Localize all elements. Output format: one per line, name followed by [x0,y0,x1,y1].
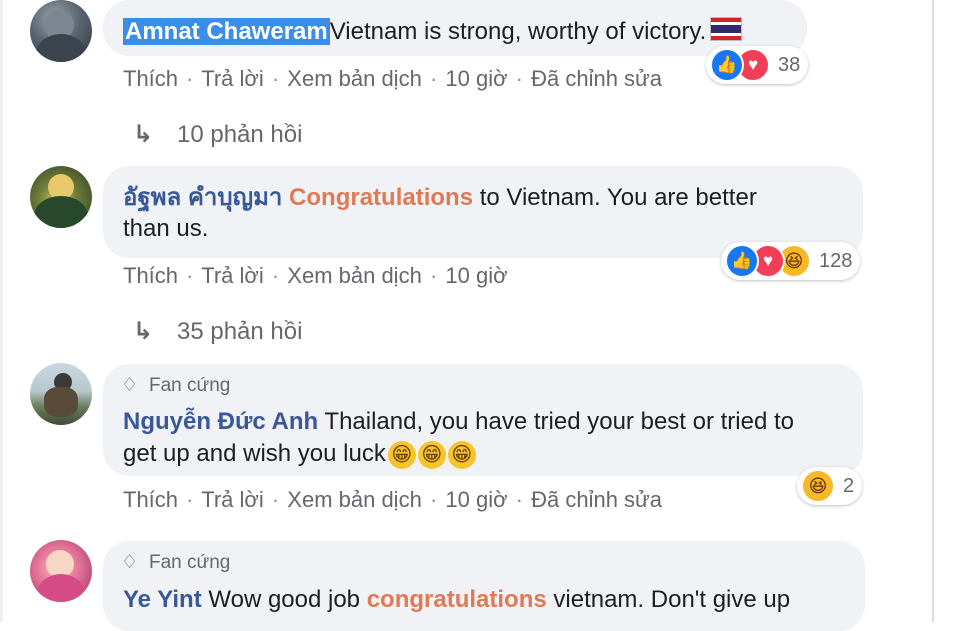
timestamp[interactable]: 10 giờ [445,263,507,288]
page-left-edge [0,0,3,622]
edited-label[interactable]: Đã chỉnh sửa [531,66,662,91]
view-replies-link[interactable]: ↳ 10 phản hồi [133,120,302,149]
comment-actions: Thích · Trả lời · Xem bản dịch · 10 giờ … [123,487,662,513]
translate-link[interactable]: Xem bản dịch [287,487,422,512]
reaction-summary[interactable]: 👍 ♥ 😆 128 [721,242,861,280]
separator: · [186,487,194,512]
comment-text: vietnam. Don't give up [546,586,791,613]
feed-right-border [932,0,934,622]
badge-label: Fan cứng [149,552,231,573]
thailand-flag-icon [710,17,743,41]
separator: · [515,487,523,512]
like-icon: 👍 [710,48,744,82]
separator: · [429,263,438,288]
comment-body-line-1: Ye Yint Wow good job congratulations vie… [123,584,790,616]
avatar[interactable] [30,540,92,602]
grin-emoji-icon: 😁 [447,440,476,469]
avatar[interactable] [30,166,92,228]
comment-text: Thailand, you have tried your best or tr… [318,408,794,435]
comment-body: Amnat ChaweramVietnam is strong, worthy … [123,16,743,48]
comment-author[interactable]: อัฐพล คำบุญมา [123,184,282,211]
separator: · [186,263,194,288]
diamond-icon: ♢ [121,552,139,573]
comment-actions: Thích · Trả lời · Xem bản dịch · 10 giờ … [123,66,662,92]
timestamp[interactable]: 10 giờ [445,66,507,91]
edited-label[interactable]: Đã chỉnh sửa [531,487,662,512]
comment-text: Vietnam is strong, worthy of victory. [329,18,707,45]
like-link[interactable]: Thích [123,487,178,512]
comment-author[interactable]: Ye Yint [123,586,202,613]
reply-link[interactable]: Trả lời [201,263,264,288]
separator: · [429,66,438,91]
timestamp[interactable]: 10 giờ [445,487,507,512]
comment-text: Wow good job [201,586,367,613]
replies-count: 10 phản hồi [177,121,303,148]
comment-text: to Vietnam. You are better [473,184,757,211]
reaction-summary[interactable]: 👍 ♥ 38 [706,46,809,84]
badge-label: Fan cứng [149,375,231,396]
comment-author[interactable]: Amnat Chaweram [123,18,330,45]
avatar[interactable] [30,363,92,425]
reply-link[interactable]: Trả lời [201,66,264,91]
translate-link[interactable]: Xem bản dịch [287,66,422,91]
reaction-count: 2 [843,474,855,497]
replies-count: 35 phản hồi [177,318,303,345]
reaction-count: 38 [778,53,801,76]
reply-link[interactable]: Trả lời [201,487,264,512]
comment-text: get up and wish you luck [123,440,386,467]
avatar[interactable] [30,0,92,62]
comment-body-line-2: get up and wish you luck 😁 😁 😁 [123,438,476,470]
hashtag-link[interactable]: Congratulations [289,184,473,211]
comment-author[interactable]: Nguyễn Đức Anh [123,408,318,435]
reaction-summary[interactable]: 😆 2 [797,467,863,505]
top-fan-badge: ♢ Fan cứng [121,551,230,574]
separator: · [186,66,194,91]
separator: · [271,487,280,512]
like-link[interactable]: Thích [123,263,178,288]
like-icon: 👍 [725,244,759,278]
grin-emoji-icon: 😁 [387,440,416,469]
haha-icon: 😆 [801,469,835,503]
translate-link[interactable]: Xem bản dịch [287,263,422,288]
separator: · [271,66,280,91]
comment-actions: Thích · Trả lời · Xem bản dịch · 10 giờ [123,263,508,289]
comment-body-line-1: อัฐพล คำบุญมา Congratulations to Vietnam… [123,182,757,214]
view-replies-link[interactable]: ↳ 35 phản hồi [133,317,302,346]
separator: · [271,263,280,288]
reply-arrow-icon: ↳ [133,318,154,345]
top-fan-badge: ♢ Fan cứng [121,374,230,397]
comment-body-line-1: Nguyễn Đức Anh Thailand, you have tried … [123,406,794,438]
like-link[interactable]: Thích [123,66,178,91]
separator: · [429,487,438,512]
diamond-icon: ♢ [121,375,139,396]
comment-text: than us. [123,215,209,242]
hashtag-link[interactable]: congratulations [367,586,547,613]
grin-emoji-icon: 😁 [417,440,446,469]
separator: · [515,66,523,91]
comment-body-line-2: than us. [123,213,208,245]
reaction-count: 128 [819,249,853,272]
reply-arrow-icon: ↳ [133,121,154,148]
